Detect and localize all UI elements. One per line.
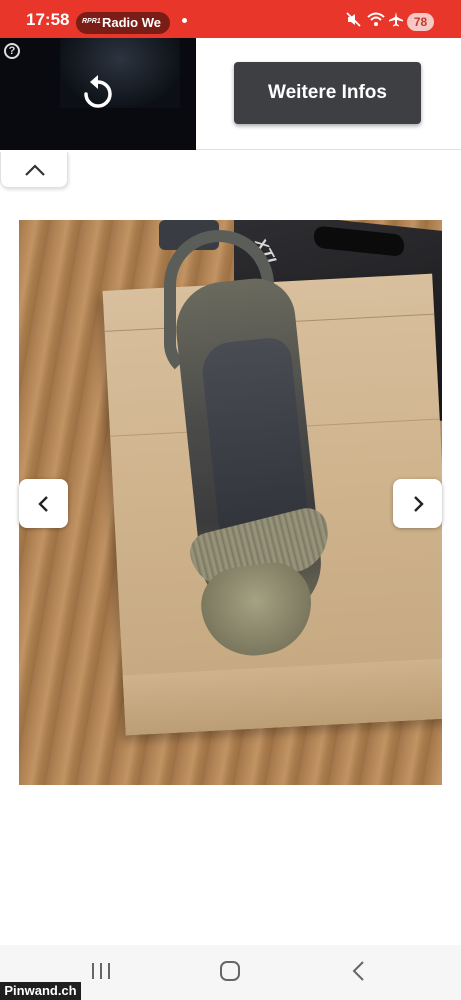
more-info-button[interactable]: Weitere Infos (234, 62, 421, 124)
ad-banner[interactable]: ? Weitere Infos (0, 38, 461, 150)
gallery-next-button[interactable] (393, 479, 442, 528)
home-icon[interactable] (218, 959, 242, 988)
recent-apps-icon[interactable] (90, 959, 112, 988)
chevron-left-icon (37, 495, 48, 512)
ad-video-thumbnail[interactable]: ? (0, 38, 196, 150)
radio-logo: RPR1 (82, 18, 101, 25)
help-icon[interactable]: ? (4, 43, 20, 59)
watermark: Pinwand.ch (0, 982, 81, 1000)
photo-dark-lid (314, 225, 404, 257)
mute-icon (346, 12, 361, 29)
airplane-icon (389, 12, 403, 29)
replay-icon[interactable] (80, 74, 116, 117)
status-time: 17:58 (26, 10, 70, 29)
radio-notification-pill[interactable]: RPR1 Radio We (76, 12, 170, 34)
image-gallery[interactable]: XTI (19, 220, 442, 785)
notification-dot (182, 18, 187, 23)
chevron-up-icon (25, 164, 45, 176)
chevron-right-icon (413, 495, 424, 512)
collapse-ad-button[interactable] (0, 152, 68, 188)
battery-level: 78 (407, 13, 434, 31)
radio-name: Radio We (102, 15, 161, 30)
status-bar: 17:58 RPR1 Radio We 78 (0, 0, 461, 38)
ad-video-background (60, 38, 180, 108)
gallery-prev-button[interactable] (19, 479, 68, 528)
back-icon[interactable] (349, 959, 369, 988)
wifi-icon (367, 12, 385, 29)
